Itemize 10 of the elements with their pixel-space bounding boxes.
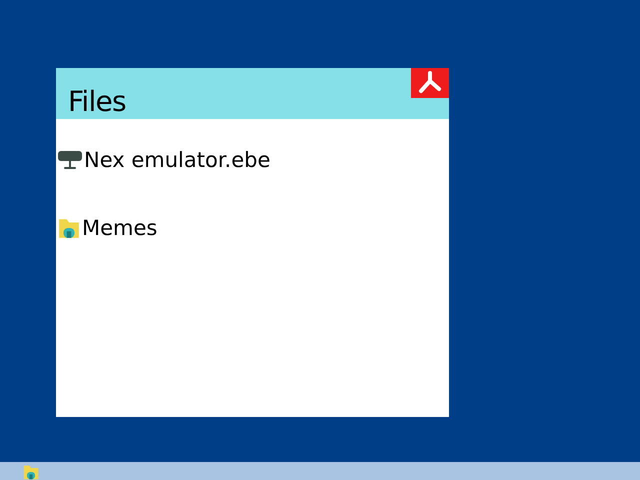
folder-icon <box>58 217 80 239</box>
close-icon <box>417 71 443 95</box>
monitor-icon <box>58 149 82 171</box>
file-item[interactable]: Nex emulator.ebe <box>58 149 270 171</box>
file-name: Nex emulator.ebe <box>84 150 270 170</box>
file-name: Memes <box>82 218 158 238</box>
taskbar-folder-icon[interactable] <box>23 464 39 480</box>
file-item[interactable]: Memes <box>58 217 158 239</box>
close-button[interactable] <box>411 68 449 98</box>
window-title: Files <box>68 88 126 118</box>
